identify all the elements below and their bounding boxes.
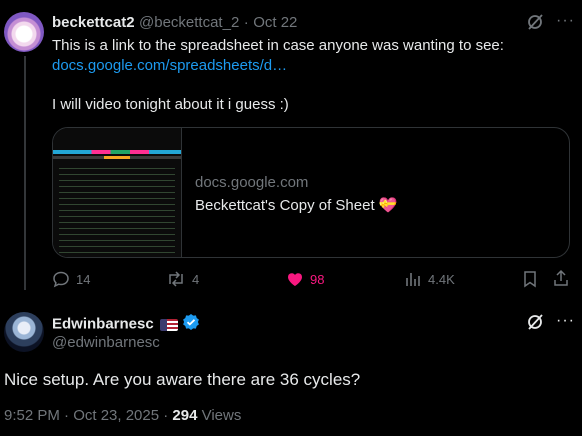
- more-options-icon[interactable]: ···: [556, 12, 575, 30]
- card-title: Beckettcat's Copy of Sheet 💝: [195, 197, 398, 214]
- like-button[interactable]: 98: [286, 270, 324, 288]
- reply-button[interactable]: 14: [52, 270, 90, 288]
- more-options-icon[interactable]: ···: [556, 312, 575, 330]
- repost-button[interactable]: 4: [166, 270, 199, 288]
- views-button[interactable]: 4.4K: [404, 270, 455, 288]
- grok-icon[interactable]: [526, 313, 544, 336]
- reply-count: 14: [76, 271, 91, 287]
- bookmark-icon[interactable]: [522, 270, 538, 293]
- share-icon[interactable]: [552, 269, 570, 292]
- views-count: 4.4K: [428, 271, 455, 287]
- verified-badge-icon[interactable]: [182, 313, 200, 336]
- views-total: 294: [172, 407, 198, 424]
- spreadsheet-link[interactable]: docs.google.com/spreadsheets/d…: [52, 56, 567, 76]
- heart-icon: [288, 273, 302, 286]
- tweet-text: This is a link to the spreadsheet in cas…: [52, 36, 567, 115]
- avatar-beckettcat2[interactable]: [4, 12, 44, 52]
- tweet-timestamp-row: 9:52 PM · Oct 23, 2025 · 294 Views: [4, 407, 241, 424]
- views-label: Views: [197, 407, 242, 424]
- us-flag-icon: [159, 318, 178, 331]
- thread-connector-line: [24, 56, 26, 290]
- tweet-text-line: This is a link to the spreadsheet in cas…: [52, 37, 504, 54]
- repost-count: 4: [192, 271, 200, 287]
- author-handle[interactable]: @beckettcat_2: [139, 14, 239, 31]
- author-handle[interactable]: @edwinbarnesc: [52, 334, 160, 351]
- repost-icon: [169, 271, 183, 287]
- views-icon: [406, 273, 420, 286]
- reply-icon: [53, 271, 69, 288]
- author-display-name[interactable]: Edwinbarnesc: [52, 316, 154, 333]
- main-tweet-text: Nice setup. Are you aware there are 36 c…: [4, 370, 361, 389]
- avatar-edwinbarnesc[interactable]: [4, 312, 44, 352]
- tweet-header: beckettcat2 @beckettcat_2 · Oct 22: [52, 14, 297, 32]
- tweet-text-line: I will video tonight about it i guess :): [52, 96, 289, 113]
- header-separator: ·: [243, 14, 249, 31]
- card-thumbnail: [53, 128, 182, 257]
- author-display-name[interactable]: beckettcat2: [52, 14, 135, 31]
- tweet-timestamp[interactable]: 9:52 PM · Oct 23, 2025 ·: [4, 407, 172, 424]
- link-preview-card[interactable]: docs.google.com Beckettcat's Copy of She…: [52, 127, 570, 258]
- like-count: 98: [310, 271, 325, 287]
- tweet-date[interactable]: Oct 22: [253, 14, 297, 31]
- grok-icon[interactable]: [526, 13, 544, 36]
- main-tweet-header: Edwinbarnesc: [52, 313, 200, 336]
- card-domain: docs.google.com: [195, 174, 309, 191]
